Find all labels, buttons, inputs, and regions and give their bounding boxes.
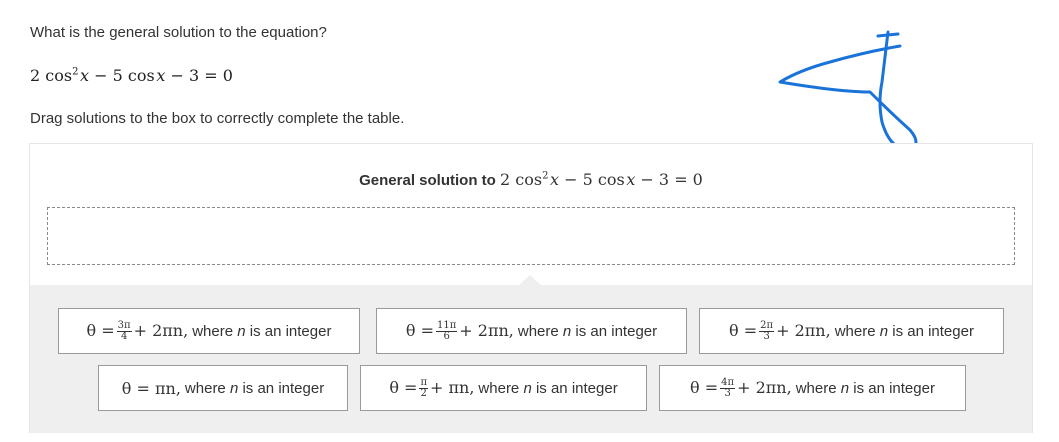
tile-math: θ = 3π 4 + 2πn, [86, 319, 189, 342]
tile-text: where n is an integer [184, 379, 325, 397]
table-header: General solution to 2 cos2 x − 5 cos x −… [30, 170, 1032, 189]
tile-math: θ = 11π 6 + 2πn, [405, 319, 514, 342]
answer-tile[interactable]: θ = 3π 4 + 2πn, where n is an integer [58, 308, 360, 354]
question-equation: 2 cos2 x − 5 cos x − 3 = 0 [30, 66, 233, 85]
drag-drop-table: General solution to 2 cos2 x − 5 cos x −… [29, 143, 1033, 433]
answer-tile[interactable]: θ = πn, where n is an integer [98, 365, 348, 411]
answer-tile[interactable]: θ = π 2 + πn, where n is an integer [360, 365, 647, 411]
solution-drop-zone[interactable] [47, 207, 1015, 265]
tile-math: θ = 4π 3 + 2πn, [690, 376, 792, 399]
answer-tray: θ = 3π 4 + 2πn, where n is an integer θ = 11… [30, 275, 1032, 433]
tile-text: where n is an integer [795, 379, 935, 397]
tile-text: where n is an integer [834, 322, 974, 340]
tile-math: θ = 2π 3 + 2πn, [729, 319, 831, 342]
answer-tile[interactable]: θ = 2π 3 + 2πn, where n is an integer [699, 308, 1004, 354]
instruction-text: Drag solutions to the box to correctly c… [30, 110, 405, 127]
question-prompt: What is the general solution to the equa… [30, 24, 327, 41]
answer-tile[interactable]: θ = 4π 3 + 2πn, where n is an integer [659, 365, 966, 411]
tile-text: where n is an integer [478, 379, 618, 397]
tile-math: θ = π 2 + πn, [389, 376, 475, 399]
tray-notch [519, 275, 541, 285]
tile-math: θ = πn, [121, 378, 181, 398]
table-header-equation: 2 cos2 x − 5 cos x − 3 = 0 [499, 170, 703, 189]
pen-scribble-annotation [778, 30, 918, 152]
answer-tile[interactable]: θ = 11π 6 + 2πn, where n is an integer [376, 308, 687, 354]
tile-text: where n is an integer [192, 322, 332, 340]
table-header-label: General solution to [359, 172, 496, 189]
tile-text: where n is an integer [517, 322, 658, 340]
